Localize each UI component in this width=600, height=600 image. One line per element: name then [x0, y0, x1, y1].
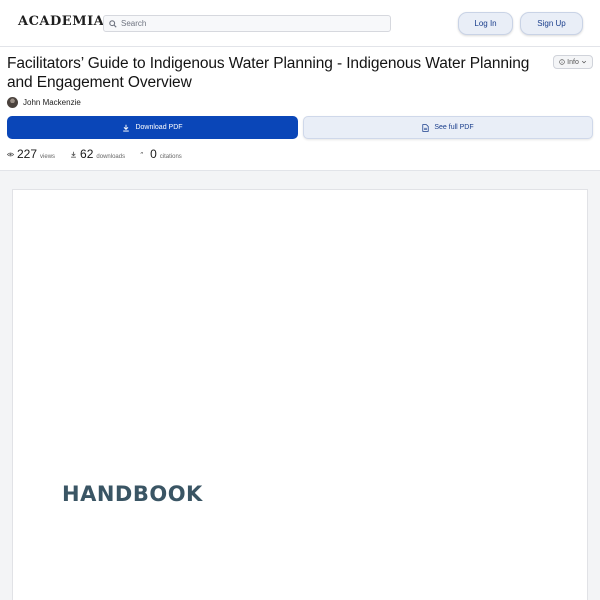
- avatar: [7, 97, 18, 108]
- signup-button[interactable]: Sign Up: [520, 12, 583, 35]
- document-icon: [422, 123, 429, 132]
- search-icon: [109, 19, 117, 28]
- download-icon: [123, 124, 130, 132]
- download-pdf-button[interactable]: Download PDF: [7, 116, 298, 139]
- login-button[interactable]: Log In: [458, 12, 513, 35]
- see-full-pdf-label: See full PDF: [434, 124, 474, 131]
- citations-count: 0: [150, 147, 157, 161]
- author-name: John Mackenzie: [23, 98, 81, 107]
- pdf-viewer[interactable]: HANDBOOK: [0, 170, 600, 600]
- views-stat: 227 views: [7, 147, 55, 161]
- downloads-stat: 62 downloads: [70, 147, 125, 161]
- citations-label: citations: [159, 154, 182, 160]
- chevron-down-icon: [581, 60, 586, 64]
- info-label: Info: [567, 58, 579, 66]
- info-dropdown-button[interactable]: Info: [553, 55, 593, 69]
- citations-stat: ” 0 citations: [140, 147, 182, 161]
- paper-stats: 227 views 62 downloads ” 0 citations: [7, 147, 197, 161]
- search-box[interactable]: [103, 15, 391, 32]
- views-label: views: [40, 154, 56, 160]
- downloads-label: downloads: [96, 154, 126, 160]
- page-heading: HANDBOOK: [62, 482, 203, 506]
- search-input[interactable]: [121, 19, 371, 28]
- top-navbar: ACADEMIA Log In Sign Up: [0, 0, 600, 47]
- eye-icon: [7, 152, 14, 156]
- author-link[interactable]: John Mackenzie: [7, 97, 81, 108]
- academia-logo[interactable]: ACADEMIA: [18, 14, 104, 29]
- views-count: 227: [17, 147, 38, 161]
- paper-title: Facilitators’ Guide to Indigenous Water …: [7, 55, 530, 91]
- download-pdf-label: Download PDF: [135, 124, 183, 131]
- quote-icon: ”: [140, 151, 144, 158]
- downloads-count: 62: [80, 147, 94, 161]
- info-icon: [559, 59, 565, 65]
- svg-text:”: ”: [140, 151, 144, 158]
- download-icon: [71, 151, 76, 158]
- see-full-pdf-button[interactable]: See full PDF: [303, 116, 593, 139]
- document-page: HANDBOOK: [12, 189, 588, 600]
